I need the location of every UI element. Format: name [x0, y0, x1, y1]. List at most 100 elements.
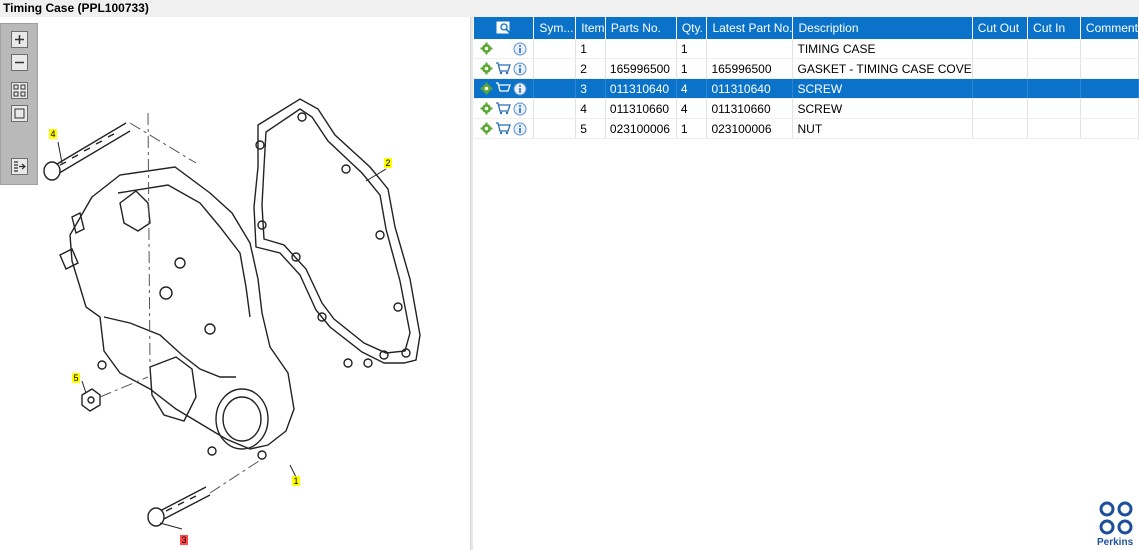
header-tools[interactable]	[474, 17, 535, 39]
cart-icon[interactable]	[495, 122, 511, 135]
cart-icon[interactable]	[495, 82, 511, 95]
brand-name: Perkins	[1097, 537, 1134, 548]
cell-parts-no: 011310660	[605, 98, 677, 119]
cell-symbol	[533, 58, 577, 79]
cell-cut-in	[1027, 58, 1081, 79]
cell-cut-out	[972, 78, 1029, 99]
zoom-in-icon[interactable]	[11, 31, 28, 48]
table-row[interactable]: 3 011310640 4 011310640 SCREW	[474, 78, 1139, 99]
info-icon[interactable]	[513, 102, 527, 116]
gear-icon[interactable]	[480, 102, 493, 115]
header-cut-out[interactable]: Cut Out	[972, 17, 1029, 39]
cell-comment	[1080, 78, 1139, 99]
table-row[interactable]: 1 1 TIMING CASE	[474, 39, 1139, 59]
fit-icon[interactable]	[11, 82, 28, 99]
cell-cut-out	[972, 118, 1029, 139]
cell-qty: 1	[676, 39, 708, 59]
cell-parts-no	[605, 39, 677, 59]
cell-comment	[1080, 39, 1139, 59]
row-actions	[474, 98, 535, 119]
cell-cut-out	[972, 39, 1029, 59]
pane-splitter[interactable]	[470, 17, 473, 550]
cell-latest-part-no: 011310660	[706, 98, 794, 119]
gear-icon[interactable]	[480, 122, 493, 135]
cell-description: TIMING CASE	[792, 39, 973, 59]
cell-symbol	[533, 98, 577, 119]
info-icon[interactable]	[513, 62, 527, 76]
timing-case-outline	[69, 166, 295, 450]
zoom-out-icon[interactable]	[11, 54, 28, 71]
info-icon[interactable]	[513, 122, 527, 136]
callout-4[interactable]: 4	[49, 129, 57, 139]
gasket-outline	[253, 98, 421, 364]
cell-item: 1	[575, 39, 606, 59]
cell-cut-in	[1027, 39, 1081, 59]
cell-cut-in	[1027, 118, 1081, 139]
cell-qty: 1	[676, 58, 708, 79]
drawing-pane[interactable]: 1 2 3 4 5	[0, 17, 470, 550]
view-toolbox	[0, 23, 38, 185]
cell-item: 3	[575, 78, 606, 99]
header-comment[interactable]: Comment	[1080, 17, 1139, 39]
find-part-icon[interactable]	[496, 21, 512, 35]
cell-cut-in	[1027, 78, 1081, 99]
cell-latest-part-no: 011310640	[706, 78, 794, 99]
table-row[interactable]: 2 165996500 1 165996500 GASKET - TIMING CASE…	[474, 58, 1139, 79]
cell-qty: 4	[676, 98, 708, 119]
cell-parts-no: 165996500	[605, 58, 677, 79]
cart-icon[interactable]	[495, 62, 511, 75]
cell-comment	[1080, 118, 1139, 139]
title-bar: Timing Case (PPL100733)	[0, 0, 1139, 17]
callout-1[interactable]: 1	[292, 476, 300, 486]
header-latest-part-no[interactable]: Latest Part No.	[706, 17, 794, 39]
callout-2[interactable]: 2	[384, 158, 392, 168]
table-row[interactable]: 5 023100006 1 023100006 NUT	[474, 118, 1139, 139]
cell-description: SCREW	[792, 78, 973, 99]
header-symbol[interactable]: Sym...	[533, 17, 577, 39]
header-qty[interactable]: Qty.	[676, 17, 708, 39]
nut-5	[81, 388, 101, 412]
cell-comment	[1080, 98, 1139, 119]
header-parts-no[interactable]: Parts No.	[605, 17, 677, 39]
cell-qty: 4	[676, 78, 708, 99]
callout-3[interactable]: 3	[180, 535, 188, 545]
cell-description: GASKET - TIMING CASE COVE	[792, 58, 973, 79]
info-icon[interactable]	[513, 82, 527, 96]
cell-item: 2	[575, 58, 606, 79]
row-actions	[474, 39, 535, 59]
row-actions	[474, 118, 535, 139]
cell-symbol	[533, 78, 577, 99]
screw-4	[51, 122, 131, 176]
gear-icon[interactable]	[480, 62, 493, 75]
cell-symbol	[533, 39, 577, 59]
cell-parts-no: 023100006	[605, 118, 677, 139]
cart-icon[interactable]	[495, 102, 511, 115]
row-actions	[474, 78, 535, 99]
window-title: Timing Case (PPL100733)	[3, 1, 149, 15]
cell-symbol	[533, 118, 577, 139]
cell-item: 5	[575, 118, 606, 139]
cell-cut-out	[972, 58, 1029, 79]
cell-cut-out	[972, 98, 1029, 119]
parts-list-pane: Sym... Item Parts No. Qty. Latest Part N…	[474, 17, 1139, 550]
cell-latest-part-no	[706, 39, 794, 59]
info-icon[interactable]	[513, 42, 527, 56]
cell-parts-no: 011310640	[605, 78, 677, 99]
export-icon[interactable]	[11, 158, 28, 175]
gear-icon[interactable]	[480, 42, 493, 55]
table-row[interactable]: 4 011310660 4 011310660 SCREW	[474, 98, 1139, 119]
cell-latest-part-no: 165996500	[706, 58, 794, 79]
table-header: Sym... Item Parts No. Qty. Latest Part N…	[474, 17, 1139, 39]
cell-comment	[1080, 58, 1139, 79]
header-item[interactable]: Item	[575, 17, 606, 39]
callout-5[interactable]: 5	[72, 373, 80, 383]
select-icon[interactable]	[11, 105, 28, 122]
header-description[interactable]: Description	[792, 17, 973, 39]
cell-item: 4	[575, 98, 606, 119]
parts-table: Sym... Item Parts No. Qty. Latest Part N…	[474, 17, 1139, 139]
cell-description: NUT	[792, 118, 973, 139]
exploded-diagram	[43, 98, 421, 530]
header-cut-in[interactable]: Cut In	[1027, 17, 1081, 39]
perkins-logo-icon	[1099, 501, 1133, 535]
gear-icon[interactable]	[480, 82, 493, 95]
